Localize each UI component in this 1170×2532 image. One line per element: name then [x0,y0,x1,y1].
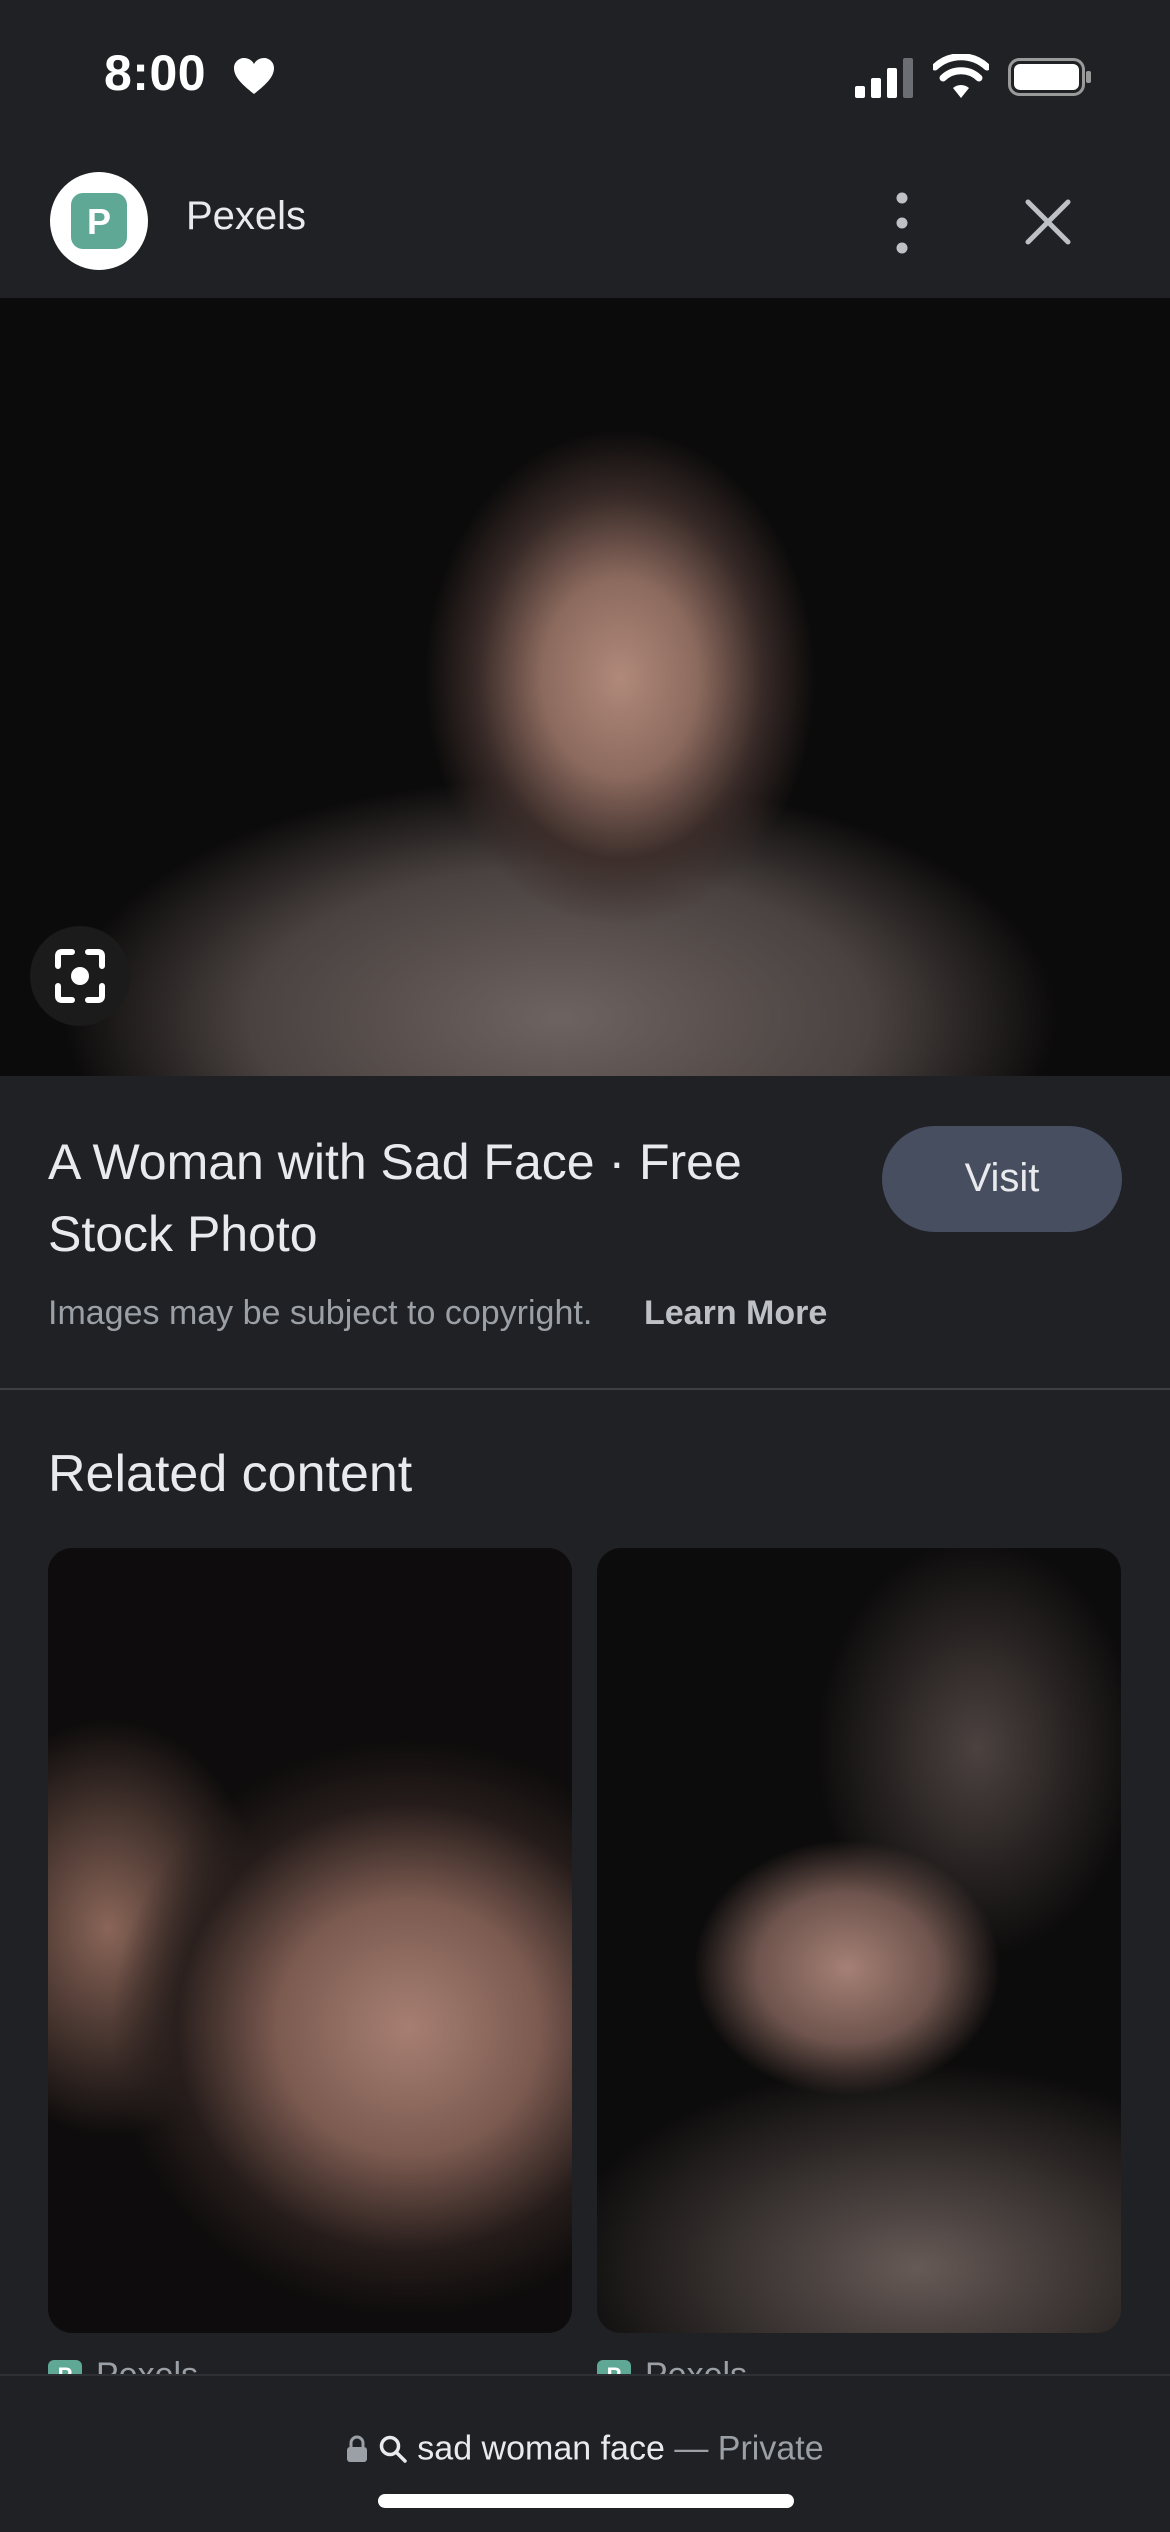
screen: 8:00 P Pexels A Woman with Sad Face · Fr… [0,0,1170,2532]
search-query-bar[interactable]: sad woman face — Private [0,2428,1170,2478]
learn-more-link[interactable]: Learn More [644,1294,827,1333]
divider [0,1388,1170,1390]
close-icon[interactable] [1020,194,1076,250]
site-logo[interactable]: P [50,172,148,270]
battery-icon [1008,58,1091,96]
more-vert-icon[interactable] [880,188,924,258]
visit-button[interactable]: Visit [882,1126,1122,1232]
visit-button-label: Visit [964,1156,1040,1200]
result-header: P Pexels [0,150,1170,298]
wifi-icon [933,54,989,98]
status-time: 8:00 [104,45,207,101]
home-indicator[interactable] [378,2494,794,2508]
status-bar: 8:00 [0,0,1170,150]
private-mode-label: — Private [674,2429,824,2468]
signal-icon [855,58,913,98]
lens-button[interactable] [30,926,130,1026]
search-query-text: sad woman face [417,2429,665,2468]
heart-icon [234,58,274,94]
related-content-heading: Related content [48,1445,413,1503]
site-name[interactable]: Pexels [186,194,306,239]
logo-letter: P [86,201,111,242]
pexels-logo-icon: P [71,193,127,249]
copyright-notice: Images may be subject to copyright. [48,1294,593,1332]
related-image-card[interactable] [597,1548,1121,2333]
search-icon [379,2435,407,2463]
bottom-address-bar: sad woman face — Private [0,2374,1170,2532]
hero-image[interactable] [0,298,1170,1076]
result-title: A Woman with Sad Face · Free Stock Photo [48,1134,742,1262]
lock-icon [347,2435,368,2463]
google-lens-icon [55,949,105,1003]
related-image-card[interactable] [48,1548,572,2333]
